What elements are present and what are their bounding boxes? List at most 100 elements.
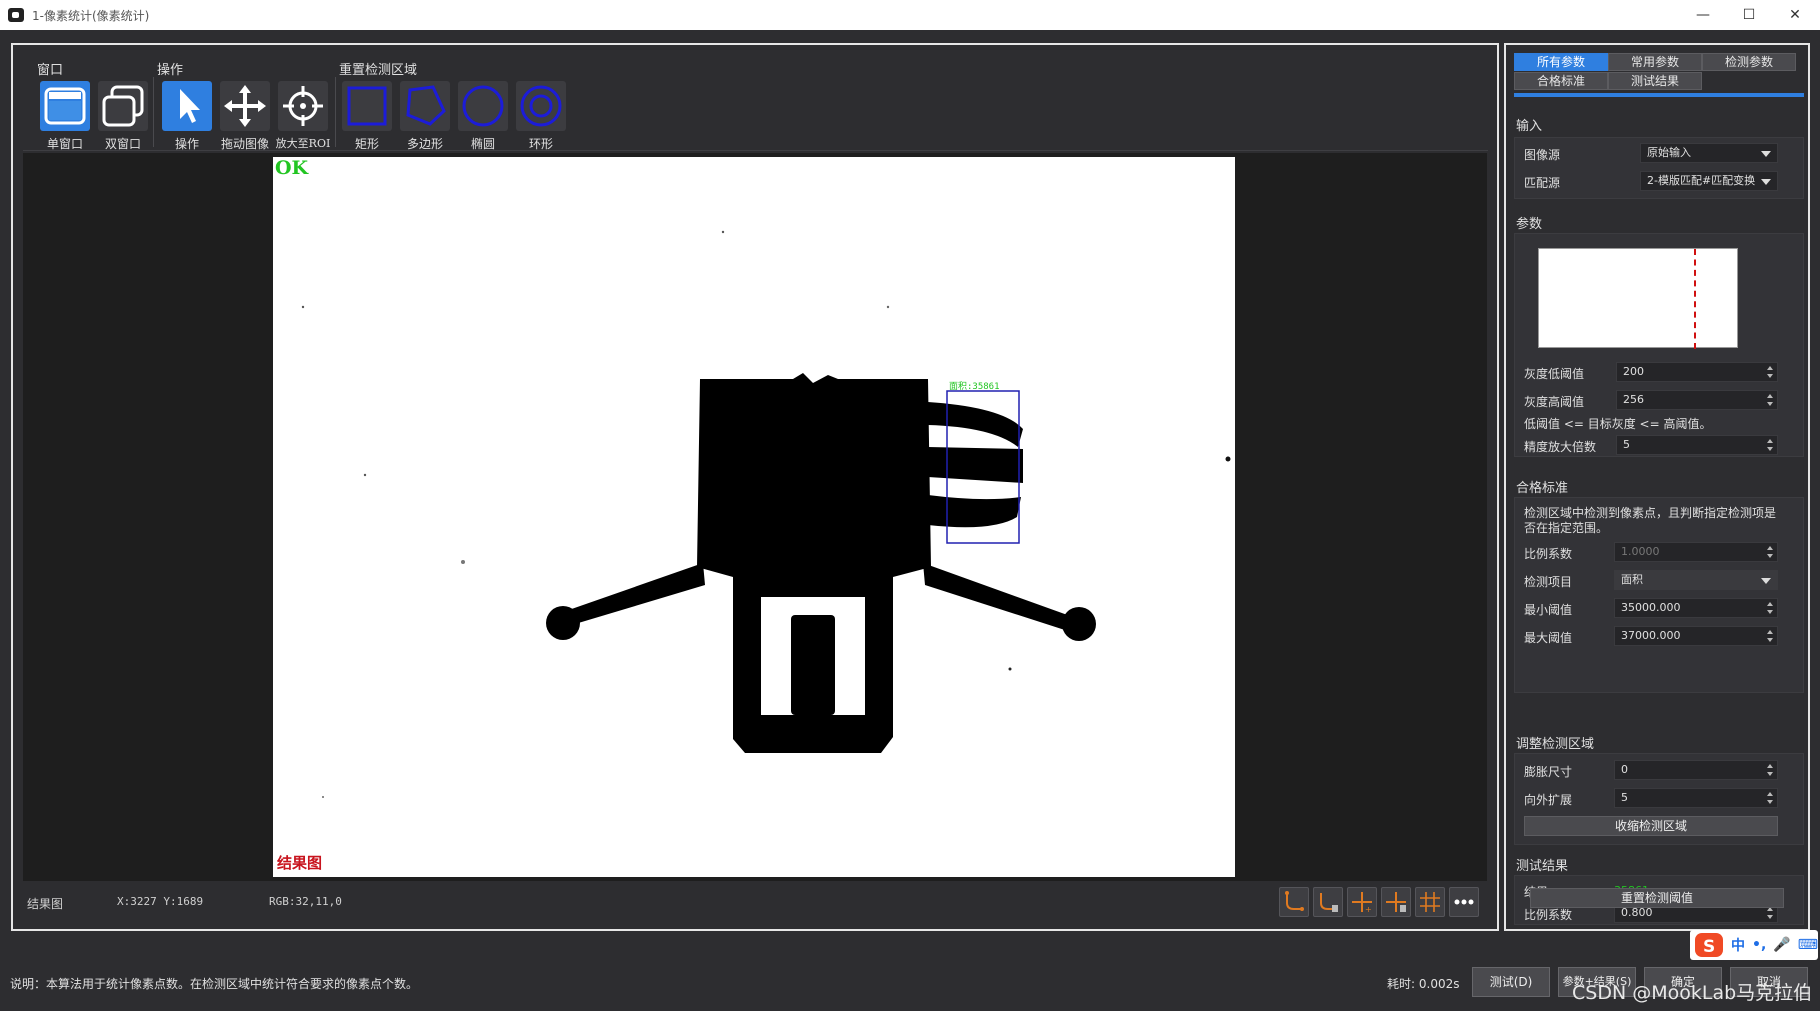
match-source-select[interactable]: 2-模版匹配#匹配变换 <box>1640 171 1778 191</box>
gray-high-input[interactable]: 256 <box>1616 390 1778 410</box>
spinner-icon[interactable] <box>1765 628 1775 644</box>
double-window-label: 双窗口 <box>104 137 141 151</box>
result-image[interactable]: 面积:35861 OK 结果图 <box>273 157 1235 877</box>
ok-indicator: OK <box>275 157 309 179</box>
rect-label: 矩形 <box>354 137 379 151</box>
divider <box>335 77 336 147</box>
match-source-label: 匹配源 <box>1524 176 1561 190</box>
roi-area-label: 面积:35861 <box>949 380 1000 392</box>
svg-text:+: + <box>1365 905 1372 914</box>
match-source-value: 2-模版匹配#匹配变换 <box>1647 174 1756 187</box>
divider <box>153 77 154 147</box>
tab-test-results[interactable]: 测试结果 <box>1608 72 1702 90</box>
min-threshold-input[interactable]: 35000.000 <box>1614 598 1778 618</box>
gray-low-input[interactable]: 200 <box>1616 362 1778 382</box>
delete-measure-button[interactable] <box>1313 887 1343 917</box>
histogram-preview[interactable] <box>1538 248 1738 349</box>
zoom-roi-button[interactable]: 放大至ROI <box>275 81 331 159</box>
ratio-label: 比例系数 <box>1524 547 1573 561</box>
single-window-button[interactable]: 单窗口 <box>37 81 93 159</box>
section-adjust-title: 调整检测区域 <box>1516 737 1595 752</box>
ime-toolbar[interactable]: S 中 •, 🎤 ⌨ <box>1690 930 1818 960</box>
ratio-value: 1.0000 <box>1621 545 1660 558</box>
tab-all-params[interactable]: 所有参数 <box>1514 53 1608 71</box>
microphone-icon[interactable]: 🎤 <box>1773 937 1790 953</box>
detect-item-select[interactable]: 面积 <box>1614 570 1778 590</box>
minimize-button[interactable]: — <box>1680 0 1726 30</box>
single-window-icon <box>40 81 90 131</box>
criteria-description: 检测区域中检测到像素点，且判断指定检测项是否在指定范围。 <box>1524 506 1777 535</box>
spinner-icon[interactable] <box>1765 600 1775 616</box>
window-title: 1-像素统计(像素统计) <box>32 8 150 23</box>
maximize-button[interactable]: ☐ <box>1726 0 1772 30</box>
expand-input[interactable]: 5 <box>1614 788 1778 808</box>
spinner-icon[interactable] <box>1765 437 1775 453</box>
status-bar: 结果图 X:3227 Y:1689 RGB:32,11,0 + <box>23 883 1487 923</box>
spinner-icon[interactable] <box>1765 392 1775 408</box>
reset-threshold-button[interactable]: 重置检测阈值 <box>1530 888 1784 908</box>
detect-item-value: 面积 <box>1621 573 1643 586</box>
image-viewport[interactable]: 面积:35861 OK 结果图 <box>23 153 1487 881</box>
spinner-icon[interactable] <box>1765 364 1775 380</box>
close-button[interactable]: ✕ <box>1772 0 1818 30</box>
measure-line-button[interactable] <box>1279 887 1309 917</box>
gray-high-value: 256 <box>1623 393 1644 406</box>
max-threshold-label: 最大阈值 <box>1524 631 1573 645</box>
polygon-region-button[interactable]: 多边形 <box>397 81 453 159</box>
tab-criteria[interactable]: 合格标准 <box>1514 72 1608 90</box>
dilate-input[interactable]: 0 <box>1614 760 1778 780</box>
ratio-input: 1.0000 <box>1614 542 1778 562</box>
ime-punctuation-icon[interactable]: •, <box>1752 937 1766 953</box>
spinner-icon[interactable] <box>1765 790 1775 806</box>
precision-input[interactable]: 5 <box>1616 435 1778 455</box>
ellipse-label: 椭圆 <box>470 137 495 151</box>
status-coordinates: X:3227 Y:1689 <box>117 895 204 908</box>
test-ratio-label: 比例系数 <box>1524 908 1573 922</box>
svg-text:S: S <box>1703 937 1715 957</box>
double-window-button[interactable]: 双窗口 <box>95 81 151 159</box>
max-threshold-input[interactable]: 37000.000 <box>1614 626 1778 646</box>
ring-icon <box>516 81 566 131</box>
rectangle-icon <box>342 81 392 131</box>
tab-common-params[interactable]: 常用参数 <box>1608 53 1702 71</box>
operate-label: 操作 <box>174 137 199 151</box>
ring-region-button[interactable]: 环形 <box>513 81 569 159</box>
crosshair-add-button[interactable]: + <box>1347 887 1377 917</box>
precision-value: 5 <box>1623 438 1630 451</box>
image-source-label: 图像源 <box>1524 148 1561 162</box>
threshold-marker[interactable] <box>1694 249 1696 349</box>
group-window-title: 窗口 <box>37 63 64 78</box>
single-window-label: 单窗口 <box>46 137 83 151</box>
image-source-select[interactable]: 原始输入 <box>1640 143 1778 163</box>
chevron-down-icon <box>1761 179 1771 185</box>
image-source-value: 原始输入 <box>1647 146 1691 159</box>
grid-button[interactable] <box>1415 887 1445 917</box>
polygon-label: 多边形 <box>406 137 443 151</box>
double-window-icon <box>98 81 148 131</box>
chevron-down-icon <box>1761 578 1771 584</box>
test-button[interactable]: 测试(D) <box>1472 967 1550 997</box>
dilate-value: 0 <box>1621 763 1628 776</box>
chevron-down-icon <box>1761 151 1771 157</box>
main-frame: 窗口 操作 重置检测区域 单窗口 双窗口 操作 拖动图像 放大至ROI 矩形 多… <box>11 43 1499 931</box>
drag-image-button[interactable]: 拖动图像 <box>217 81 273 159</box>
spinner-icon[interactable] <box>1765 762 1775 778</box>
elapsed-value: 0.002s <box>1418 977 1460 991</box>
operate-button[interactable]: 操作 <box>159 81 215 159</box>
detect-item-label: 检测项目 <box>1524 575 1573 589</box>
section-params-title: 参数 <box>1516 217 1543 232</box>
rect-region-button[interactable]: 矩形 <box>339 81 395 159</box>
ime-language[interactable]: 中 <box>1731 935 1745 955</box>
part-silhouette: 面积:35861 <box>301 230 1231 798</box>
algorithm-description: 说明：本算法用于统计像素点数。在检测区域中统计符合要求的像素点个数。 <box>10 977 419 991</box>
more-button[interactable] <box>1449 887 1479 917</box>
title-bar: 1-像素统计(像素统计) — ☐ ✕ <box>0 0 1820 30</box>
ellipse-region-button[interactable]: 椭圆 <box>455 81 511 159</box>
threshold-note: 低阈值 <= 目标灰度 <= 高阈值。 <box>1524 417 1712 431</box>
shrink-region-button[interactable]: 收缩检测区域 <box>1524 816 1778 836</box>
crosshair-delete-button[interactable] <box>1381 887 1411 917</box>
keyboard-icon[interactable]: ⌨ <box>1798 937 1818 953</box>
measure-line-icon <box>1285 891 1304 911</box>
status-image-name: 结果图 <box>27 897 64 911</box>
tab-detect-params[interactable]: 检测参数 <box>1702 53 1796 71</box>
